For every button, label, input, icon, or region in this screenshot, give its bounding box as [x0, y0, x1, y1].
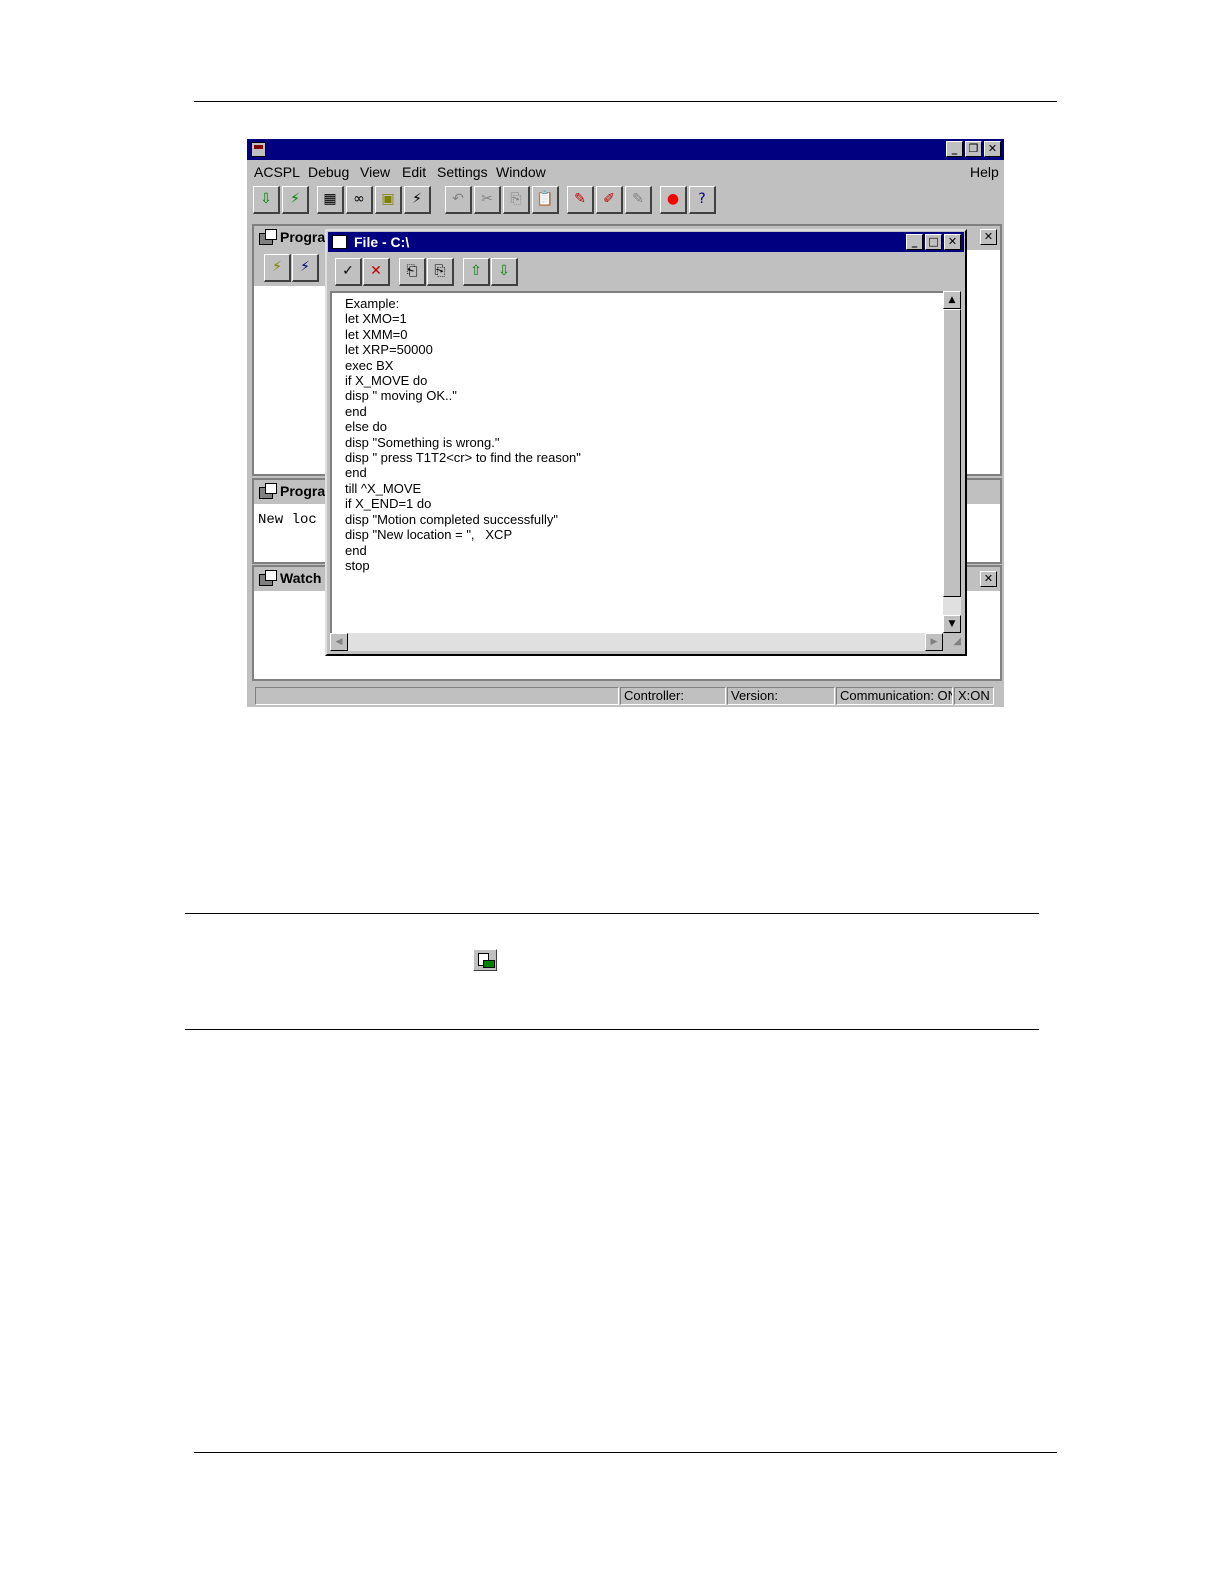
- watch-glasses-icon[interactable]: ∞: [346, 186, 373, 214]
- help-icon[interactable]: ?: [689, 186, 716, 214]
- watch-panel-close-button[interactable]: ✕: [980, 571, 997, 587]
- code-line: let XMO=1: [345, 311, 407, 327]
- program-panel-mid-content: New loc: [258, 512, 317, 528]
- file-window-caption-buttons: _ □ ✕: [904, 234, 961, 250]
- vertical-scroll-thumb[interactable]: [943, 309, 961, 597]
- menu-view[interactable]: View: [360, 164, 390, 180]
- notepad-icon[interactable]: ▣: [375, 186, 402, 214]
- resize-grip-icon[interactable]: ◢: [943, 633, 961, 651]
- cancel-x-icon[interactable]: ✕: [363, 258, 390, 286]
- upload-icon[interactable]: ⚡: [282, 186, 309, 214]
- code-line: disp "New location = ", XCP: [345, 527, 513, 543]
- copy-icon[interactable]: ⎘: [503, 186, 530, 214]
- code-text: Example: let XMO=1 let XMM=0 let XRP=50000 e…: [345, 296, 581, 573]
- status-bar: Controller: Version: Communication: ON X…: [247, 685, 1004, 707]
- code-line: end: [345, 403, 367, 419]
- marker-icon[interactable]: ✎: [567, 186, 594, 214]
- code-line: Example:: [345, 296, 400, 311]
- menu-window[interactable]: Window: [496, 164, 546, 180]
- app-system-icon[interactable]: [251, 142, 266, 157]
- step-icon[interactable]: ⚡: [292, 254, 319, 282]
- save-controller-icon[interactable]: ⇩: [491, 258, 518, 286]
- status-version: Version:: [727, 687, 835, 705]
- menu-edit[interactable]: Edit: [402, 164, 426, 180]
- download-icon[interactable]: ⇩: [253, 186, 280, 214]
- scroll-up-icon[interactable]: ▲: [943, 291, 961, 309]
- program-panel-top-toolbar: ⚡ ⚡: [254, 250, 334, 286]
- run-lightning-icon[interactable]: ⚡: [264, 254, 291, 282]
- horizontal-scrollbar[interactable]: ◀ ▶: [330, 633, 943, 651]
- menu-help[interactable]: Help: [970, 164, 999, 180]
- file-save-icon[interactable]: ⎘: [427, 258, 454, 286]
- vertical-scrollbar[interactable]: ▲ ▼: [943, 291, 961, 633]
- status-controller: Controller:: [620, 687, 726, 705]
- status-axis: X:ON: [954, 687, 994, 705]
- code-line: till ^X_MOVE: [345, 480, 422, 496]
- code-line: end: [345, 542, 367, 558]
- watch-icon: [259, 570, 277, 586]
- scroll-left-icon[interactable]: ◀: [330, 633, 348, 651]
- marker-disabled-icon[interactable]: ✎: [625, 186, 652, 214]
- undo-icon[interactable]: ↶: [445, 186, 472, 214]
- file-window-title: File - C:\: [354, 234, 410, 250]
- check-icon[interactable]: ✓: [335, 258, 362, 286]
- section-rule-lower: [185, 1029, 1039, 1030]
- code-line: else do: [345, 419, 387, 435]
- top-rule: [194, 101, 1057, 102]
- paste-icon[interactable]: 📋: [532, 186, 559, 214]
- file-window-title-bar: File - C:\ _ □ ✕: [328, 232, 964, 252]
- code-line: disp "Motion completed successfully": [345, 511, 558, 527]
- menu-debug[interactable]: Debug: [308, 164, 349, 180]
- code-line: disp " moving OK..": [345, 388, 457, 404]
- scroll-down-icon[interactable]: ▼: [943, 615, 961, 633]
- code-line: if X_MOVE do: [345, 373, 428, 389]
- app-caption-buttons: _ ❐ ✕: [944, 141, 1001, 157]
- program-icon: [259, 229, 277, 245]
- close-button[interactable]: ✕: [984, 141, 1001, 157]
- minimize-button[interactable]: _: [946, 141, 963, 157]
- app-title-bar: _ ❐ ✕: [247, 139, 1004, 160]
- file-open-icon[interactable]: ⎗: [399, 258, 426, 286]
- menu-settings[interactable]: Settings: [437, 164, 488, 180]
- marker-ab-icon[interactable]: ✐: [596, 186, 623, 214]
- watch-panel-title: Watch: [280, 570, 322, 586]
- cut-icon[interactable]: ✂: [474, 186, 501, 214]
- program-panel-top-close-button[interactable]: ✕: [980, 229, 997, 245]
- code-editor[interactable]: Example: let XMO=1 let XMM=0 let XRP=50000 e…: [330, 291, 943, 633]
- file-window: File - C:\ _ □ ✕ ✓ ✕ ⎗ ⎘ ⇧ ⇩ Example: let…: [325, 229, 967, 656]
- code-line: end: [345, 465, 367, 481]
- bottom-rule: [194, 1452, 1057, 1453]
- file-close-button[interactable]: ✕: [944, 234, 961, 250]
- code-line: disp "Something is wrong.": [345, 434, 500, 450]
- lightning-icon[interactable]: ⚡: [404, 186, 431, 214]
- status-communication: Communication: ON: [836, 687, 953, 705]
- save-to-controller-icon: [473, 949, 497, 971]
- restore-button[interactable]: ❐: [965, 141, 982, 157]
- stop-icon[interactable]: ●: [660, 186, 687, 214]
- section-rule-upper: [185, 913, 1039, 914]
- menu-bar: ACSPL Debug View Edit Settings Window He…: [247, 161, 1004, 183]
- code-line: let XRP=50000: [345, 342, 433, 358]
- scroll-right-icon[interactable]: ▶: [925, 633, 943, 651]
- code-line: disp " press T1T2<cr> to find the reason…: [345, 450, 581, 466]
- file-maximize-button[interactable]: □: [925, 234, 942, 250]
- program-panel-top-title: Prograr: [280, 229, 331, 245]
- file-window-icon[interactable]: [332, 235, 347, 249]
- code-line: stop: [345, 557, 370, 573]
- code-line: exec BX: [345, 357, 394, 373]
- calculator-icon[interactable]: ▦: [317, 186, 344, 214]
- program-icon: [259, 483, 277, 499]
- file-minimize-button[interactable]: _: [906, 234, 923, 250]
- menu-acspl[interactable]: ACSPL: [254, 164, 300, 180]
- load-icon[interactable]: ⇧: [463, 258, 490, 286]
- status-message: [255, 687, 619, 705]
- code-line: let XMM=0: [345, 326, 408, 342]
- code-line: if X_END=1 do: [345, 496, 432, 512]
- program-panel-mid-title: Prograr: [280, 483, 331, 499]
